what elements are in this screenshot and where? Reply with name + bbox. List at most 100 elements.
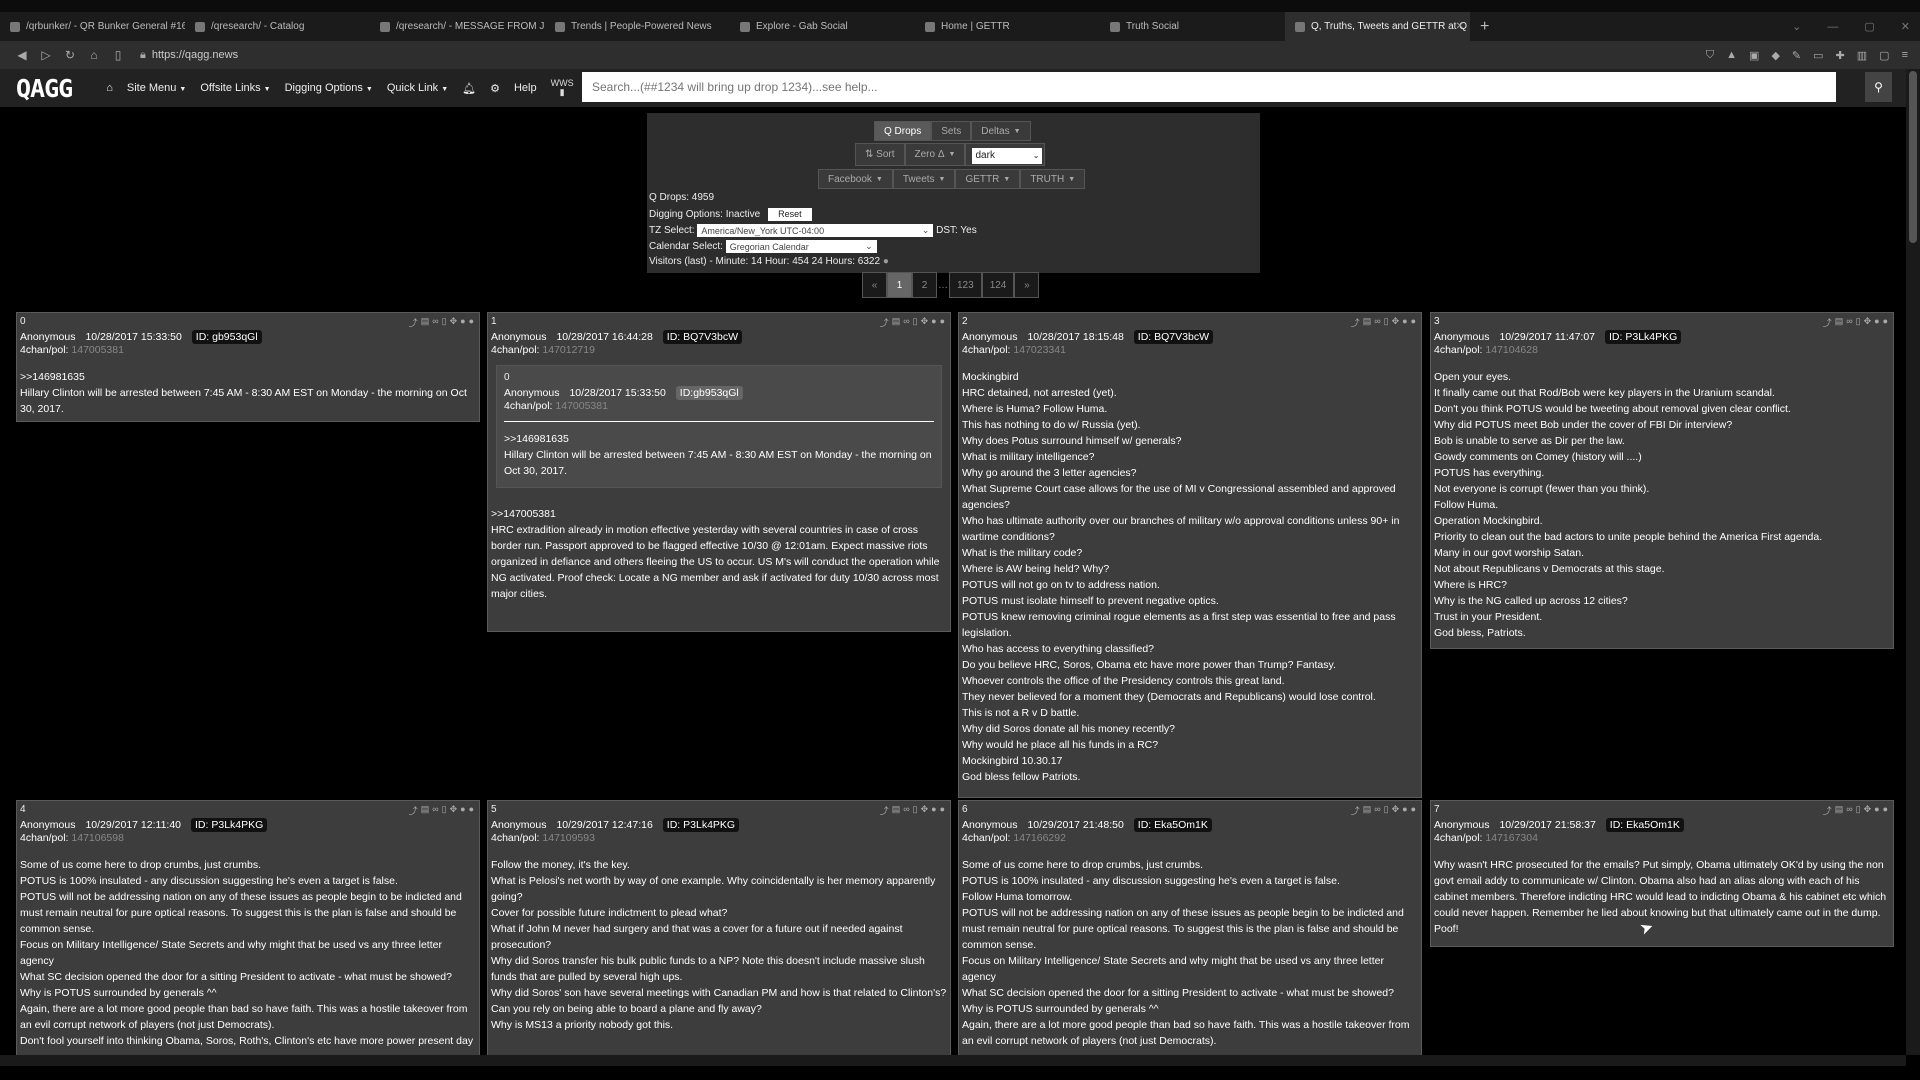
post-id-link[interactable]: 147012719 [542,344,595,356]
maximize-icon[interactable]: ▢ [1864,20,1874,33]
search-button[interactable]: ⚲ [1865,72,1892,102]
browser-tab[interactable]: /qresearch/ - MESSAGE FROM JIM W [370,12,545,41]
board-name[interactable]: 4chan/pol: [491,832,539,844]
post-id-link[interactable]: 147005381 [555,400,608,412]
forward-icon[interactable]: ▷ [34,48,58,62]
doc-icon[interactable]: ▯ [1856,316,1861,329]
link-icon[interactable]: ∞ [1374,804,1380,817]
doc-icon[interactable]: ▯ [1384,804,1389,817]
post-id-link[interactable]: 147167304 [1485,832,1538,844]
link-icon[interactable]: ∞ [432,804,438,817]
scrollbar-thumb[interactable] [1909,71,1917,243]
share-icon[interactable]: ⤴ [1351,316,1360,329]
link-icon[interactable]: ∞ [1374,316,1380,329]
post-id-link[interactable]: 147106598 [71,832,124,844]
info-icon[interactable]: ● [1402,804,1407,817]
post-id-link[interactable]: 147166292 [1013,832,1066,844]
share-icon[interactable]: ⤴ [880,804,889,817]
check-icon[interactable]: ● [940,316,945,329]
nav-offsite-links[interactable]: Offsite Links ▼ [200,82,270,94]
board-name[interactable]: 4chan/pol: [1434,832,1482,844]
zero-delta-button[interactable]: Zero Δ ▼ [904,143,966,166]
board-name[interactable]: 4chan/pol: [962,344,1010,356]
post-id-link[interactable]: 147023341 [1013,344,1066,356]
tweets-button[interactable]: Tweets ▼ [892,169,956,189]
gettr-button[interactable]: GETTR ▼ [955,169,1021,189]
info-icon[interactable]: ● [931,316,936,329]
share-icon[interactable]: ⤴ [1351,804,1360,817]
browser-tab[interactable]: /qresearch/ - Catalog [185,12,370,41]
nav-quick-link[interactable]: Quick Link ▼ [387,82,448,94]
check-icon[interactable]: ● [1411,804,1416,817]
close-tab-icon[interactable]: ✕ [1456,21,1464,32]
home-icon[interactable]: ⌂ [106,82,113,94]
check-icon[interactable]: ● [469,316,474,329]
close-window-icon[interactable]: ✕ [1901,20,1910,33]
info-icon[interactable]: ● [1874,804,1879,817]
back-icon[interactable]: ◀ [10,48,34,62]
copy-icon[interactable]: ▤ [421,316,430,329]
translate-icon[interactable]: ▣ [1749,49,1759,62]
vertical-scrollbar[interactable] [1906,69,1920,1055]
search-input[interactable] [582,72,1836,102]
info-icon[interactable]: ● [1874,316,1879,329]
tab-sets[interactable]: Sets [931,121,972,141]
board-name[interactable]: 4chan/pol: [20,832,68,844]
drop-line[interactable]: >>147005381 [491,506,947,522]
move-icon[interactable]: ✥ [450,804,458,817]
tab-search-icon[interactable]: ⌄ [1792,20,1801,33]
browser-tab[interactable]: Explore - Gab Social [730,12,915,41]
link-icon[interactable]: ∞ [1846,316,1852,329]
link-icon[interactable]: ∞ [903,804,909,817]
doc-icon[interactable]: ▯ [442,804,447,817]
doc-icon[interactable]: ▯ [913,804,918,817]
doc-icon[interactable]: ▯ [913,316,918,329]
wallet-icon[interactable]: ▭ [1813,49,1823,62]
copy-icon[interactable]: ▤ [1363,804,1372,817]
page-123[interactable]: 123 [949,272,982,298]
bookmark-icon[interactable]: ▯ [106,48,130,62]
board-name[interactable]: 4chan/pol: [504,400,552,412]
brave-shield-icon[interactable]: ⛉ [1706,49,1714,62]
copy-icon[interactable]: ▤ [1835,316,1844,329]
move-icon[interactable]: ✥ [1392,804,1400,817]
address-bar[interactable]: 🔒︎ https://qagg.news [140,49,1706,62]
post-id-link[interactable]: 147109593 [542,832,595,844]
check-icon[interactable]: ● [1883,804,1888,817]
share-icon[interactable]: ⤴ [880,316,889,329]
browser-tab[interactable]: Home | GETTR [915,12,1100,41]
screenshot-icon[interactable]: ▢ [1879,49,1889,62]
check-icon[interactable]: ● [469,804,474,817]
truth-button[interactable]: TRUTH ▼ [1020,169,1086,189]
page-next[interactable]: » [1014,272,1040,298]
doc-icon[interactable]: ▯ [1384,316,1389,329]
move-icon[interactable]: ✥ [1864,316,1872,329]
share-icon[interactable]: ⤴ [1823,804,1832,817]
check-icon[interactable]: ● [1883,316,1888,329]
pen-icon[interactable]: ✎ [1792,49,1801,62]
info-icon[interactable]: ● [1402,316,1407,329]
nav-digging-options[interactable]: Digging Options ▼ [285,82,373,94]
warning-icon[interactable]: ▲ [1726,49,1737,62]
reset-button[interactable]: Reset [768,208,812,221]
extension-icon[interactable]: ◆ [1771,49,1779,62]
page-prev[interactable]: « [862,272,887,298]
menu-icon[interactable]: ≡ [1902,49,1908,62]
browser-tab[interactable]: Truth Social [1100,12,1285,41]
browser-tab[interactable]: Trends | People-Powered News [545,12,730,41]
info-icon[interactable]: ● [460,316,465,329]
copy-icon[interactable]: ▤ [1363,316,1372,329]
doc-icon[interactable]: ▯ [1856,804,1861,817]
page-1[interactable]: 1 [887,272,912,298]
drop-line[interactable]: >>146981635 [504,431,934,447]
share-icon[interactable]: ⤴ [409,316,418,329]
copy-icon[interactable]: ▤ [892,316,901,329]
gear-icon[interactable]: ⚙ [490,82,500,95]
move-icon[interactable]: ✥ [1864,804,1872,817]
tz-select[interactable]: America/New_York UTC-04:00 ⌄ [697,224,934,237]
copy-icon[interactable]: ▤ [1835,804,1844,817]
tab-q-drops[interactable]: Q Drops [874,121,932,141]
minimize-icon[interactable]: — [1827,21,1838,33]
board-name[interactable]: 4chan/pol: [20,344,68,356]
board-name[interactable]: 4chan/pol: [491,344,539,356]
